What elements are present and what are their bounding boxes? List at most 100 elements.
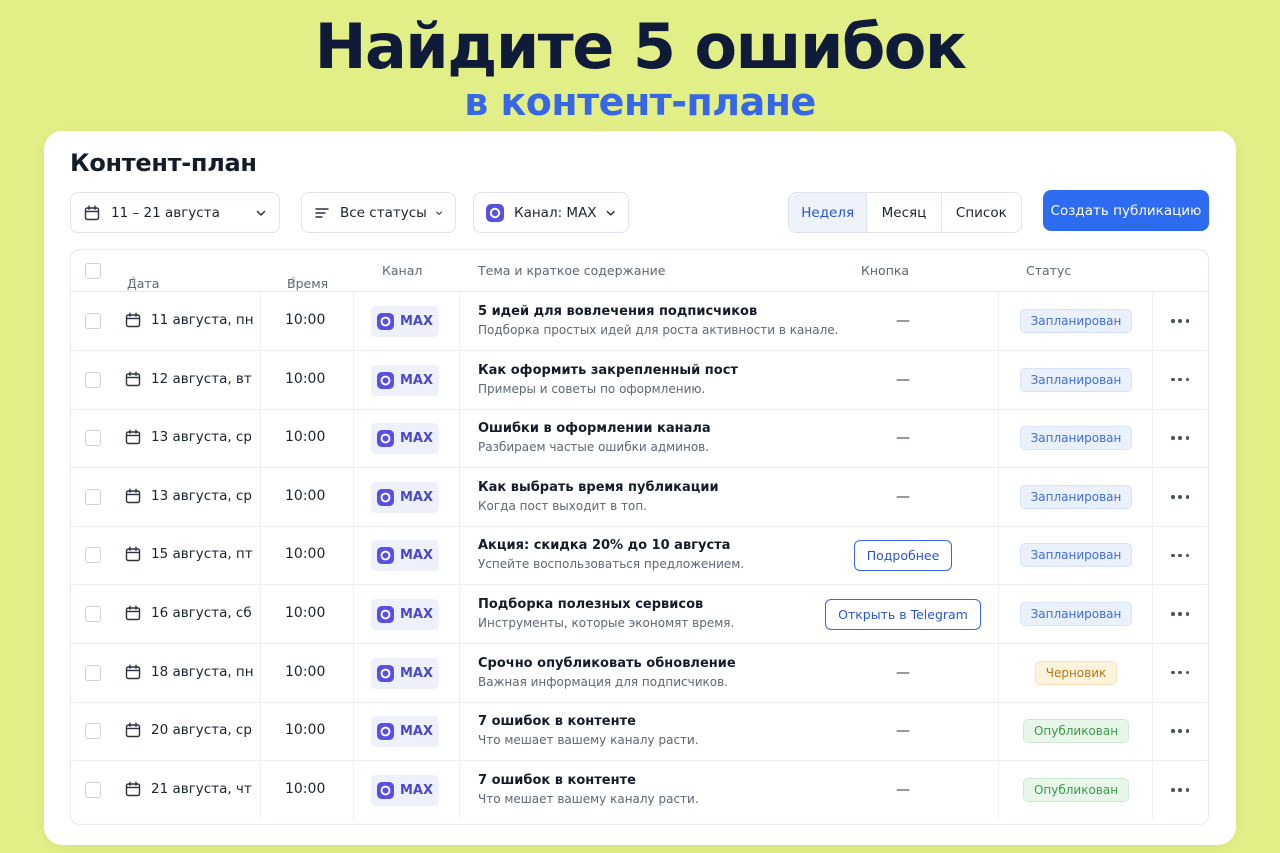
content-table: Дата ⇳ Время ⇳ Канал Тема и краткое содерж…: [70, 249, 1209, 825]
row-checkbox[interactable]: [85, 488, 101, 505]
calendar-icon: [125, 429, 141, 445]
row-time: 10:00: [285, 780, 326, 797]
empty-button-placeholder: —: [896, 782, 910, 799]
row-checkbox[interactable]: [85, 606, 101, 622]
row-status-cell: Запланирован: [999, 526, 1153, 584]
row-checkbox[interactable]: [85, 723, 101, 740]
max-logo-icon: [376, 313, 394, 330]
status-badge: Черновик: [1034, 660, 1118, 685]
status-badge: Запланирован: [1019, 309, 1133, 333]
topic-title: Как выбрать время публикации: [478, 479, 719, 495]
channel-badge: MAX: [371, 481, 439, 513]
table-row: 12 августа, вт 10:00 MAX Как оформить за…: [71, 350, 1208, 410]
table-row: 13 августа, ср 10:00 MAX Ошибки в оформл…: [71, 409, 1208, 469]
status-badge: Опубликован: [1022, 778, 1130, 803]
create-publication-button[interactable]: Создать публикацию: [1043, 190, 1209, 231]
topic-description: Подборка простых идей для роста активнос…: [478, 323, 839, 337]
empty-button-placeholder: —: [896, 430, 910, 447]
table-row: 20 августа, ср 10:00 MAX 7 ошибок в конт…: [71, 702, 1208, 762]
more-horizontal-icon[interactable]: [1168, 723, 1192, 739]
row-button-cell: —: [808, 644, 998, 702]
calendar-icon: [125, 312, 141, 328]
row-checkbox[interactable]: [85, 430, 101, 447]
topic-description: Что мешает вашему каналу расти.: [478, 733, 699, 748]
post-link-button[interactable]: Подробнее: [853, 539, 953, 571]
topic-title: 7 ошибок в контенте: [478, 772, 636, 788]
status-filter-value: Все статусы: [340, 204, 427, 221]
row-button-cell: —: [808, 351, 998, 409]
row-date-label: 20 августа, ср: [151, 722, 252, 739]
more-horizontal-icon[interactable]: [1168, 547, 1192, 563]
page-subheadline: в контент-плане: [464, 80, 816, 124]
max-logo-icon: [376, 664, 394, 682]
more-horizontal-icon[interactable]: [1168, 606, 1192, 622]
calendar-icon: [125, 546, 141, 562]
row-status-cell: Опубликован: [999, 702, 1153, 760]
row-time: 10:00: [285, 722, 326, 739]
row-checkbox[interactable]: [85, 547, 101, 564]
row-topic: 7 ошибок в контенте Что мешает вашему ка…: [478, 773, 808, 806]
tab-list[interactable]: Список: [940, 193, 1021, 232]
empty-button-placeholder: —: [896, 723, 910, 740]
more-horizontal-icon[interactable]: [1168, 372, 1192, 388]
topic-title: 5 идей для вовлечения подписчиков: [478, 304, 758, 319]
row-topic: Как оформить закрепленный пост Примеры и…: [478, 363, 808, 396]
max-logo-icon: [376, 781, 394, 799]
row-checkbox[interactable]: [85, 664, 101, 681]
row-button-cell: Открыть в Telegram: [808, 585, 998, 643]
status-badge: Опубликован: [1022, 719, 1130, 744]
status-badge: Запланирован: [1019, 484, 1133, 509]
channel-label: MAX: [399, 724, 434, 740]
row-checkbox[interactable]: [85, 371, 101, 388]
max-logo-icon: [376, 371, 394, 389]
row-button-cell: —: [808, 292, 998, 350]
row-time: 10:00: [285, 370, 326, 387]
row-checkbox[interactable]: [85, 781, 101, 798]
topic-title: Как оформить закрепленный пост: [478, 362, 738, 378]
topic-description: Что мешает вашему каналу расти.: [478, 791, 699, 806]
empty-button-placeholder: —: [896, 488, 910, 505]
row-date: 15 августа, пт: [125, 546, 253, 562]
row-date: 11 августа, пн: [125, 312, 254, 328]
row-topic: Акция: скидка 20% до 10 августа Успейте …: [478, 538, 808, 571]
row-date: 21 августа, чт: [125, 781, 252, 797]
post-link-button[interactable]: Открыть в Telegram: [825, 598, 981, 630]
calendar-icon: [125, 781, 141, 796]
row-button-cell: —: [808, 468, 998, 526]
channel-label: MAX: [399, 782, 434, 798]
tab-week[interactable]: Неделя: [789, 193, 867, 232]
more-horizontal-icon[interactable]: [1168, 665, 1192, 681]
row-date-label: 13 августа, ср: [151, 429, 252, 446]
tab-month[interactable]: Месяц: [866, 193, 940, 232]
empty-button-placeholder: —: [896, 664, 910, 681]
row-date-label: 21 августа, чт: [151, 780, 252, 797]
more-horizontal-icon[interactable]: [1168, 489, 1192, 505]
row-status-cell: Опубликован: [999, 761, 1153, 820]
row-checkbox[interactable]: [85, 313, 101, 329]
status-filter-dropdown[interactable]: Все статусы: [301, 192, 456, 233]
date-range-value: 11 – 21 августа: [111, 204, 220, 221]
topic-description: Успейте воспользоваться предложением.: [478, 557, 745, 572]
date-range-dropdown[interactable]: 11 – 21 августа: [70, 192, 280, 233]
filter-lines-icon: [314, 204, 330, 222]
row-status-cell: Запланирован: [999, 351, 1153, 409]
more-horizontal-icon[interactable]: [1168, 430, 1192, 446]
table-row: 21 августа, чт 10:00 MAX 7 ошибок в конт…: [71, 760, 1208, 820]
sort-icon: ⇳: [290, 276, 298, 286]
channel-badge: MAX: [371, 774, 439, 806]
header-channel: Канал: [382, 263, 423, 278]
row-topic: Ошибки в оформлении канала Разбираем час…: [478, 421, 808, 454]
channel-badge: MAX: [371, 423, 439, 455]
topic-description: Важная информация для подписчиков.: [478, 674, 728, 689]
row-date-label: 13 августа, ср: [151, 487, 252, 504]
row-date: 16 августа, сб: [125, 605, 252, 621]
table-row: 18 августа, пн 10:00 MAX Срочно опублико…: [71, 643, 1208, 703]
more-horizontal-icon[interactable]: [1168, 313, 1192, 329]
channel-badge: MAX: [371, 364, 439, 396]
channel-filter-dropdown[interactable]: Канал: MAX: [473, 192, 629, 233]
row-date-label: 12 августа, вт: [151, 370, 252, 387]
select-all-checkbox[interactable]: [85, 263, 101, 279]
more-horizontal-icon[interactable]: [1168, 782, 1192, 798]
max-logo-icon: [376, 488, 394, 506]
calendar-icon: [125, 488, 141, 503]
